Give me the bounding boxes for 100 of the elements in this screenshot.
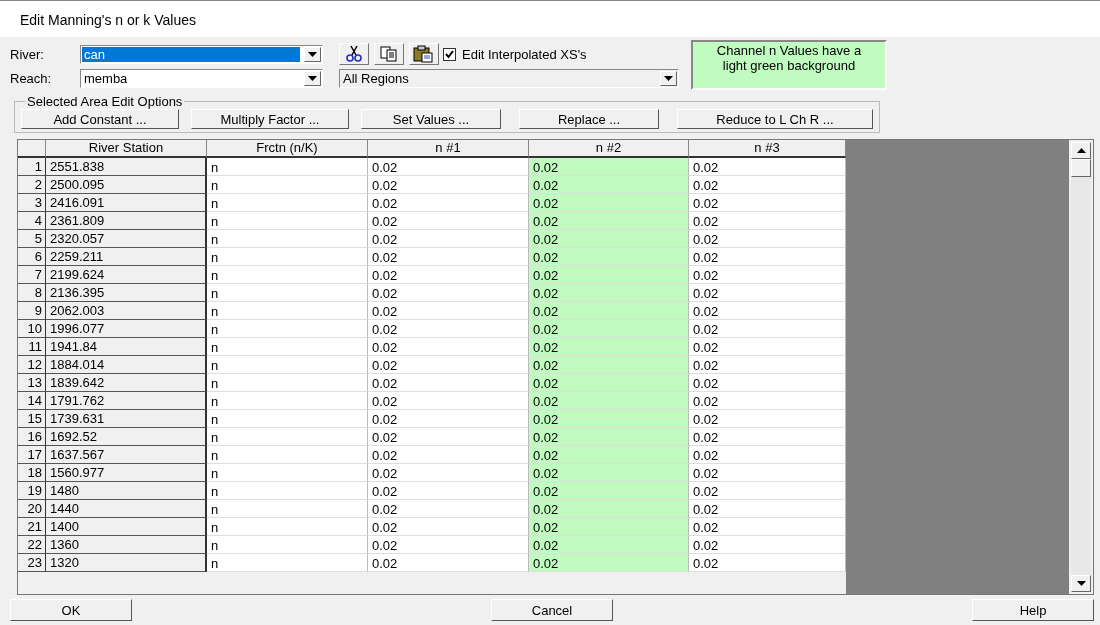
table-cell[interactable]: n — [207, 464, 368, 482]
dropdown[interactable]: memba — [80, 69, 323, 88]
table-cell[interactable]: 0.02 — [689, 338, 846, 356]
table-cell[interactable]: 1791.762 — [46, 392, 207, 410]
table-cell[interactable]: 0.02 — [529, 554, 689, 572]
table-cell[interactable]: 1884.014 — [46, 356, 207, 374]
column-header[interactable]: River Station — [46, 140, 207, 158]
table-cell[interactable]: 0.02 — [368, 464, 529, 482]
table-cell[interactable]: 0.02 — [529, 266, 689, 284]
scroll-thumb[interactable] — [1071, 159, 1091, 177]
table-cell[interactable]: 0.02 — [689, 428, 846, 446]
table-cell[interactable]: 0.02 — [689, 266, 846, 284]
dialog-button[interactable]: OK — [10, 599, 132, 621]
table-cell[interactable]: 0.02 — [689, 554, 846, 572]
table-cell[interactable]: 0.02 — [368, 536, 529, 554]
table-cell[interactable]: 2361.809 — [46, 212, 207, 230]
table-cell[interactable]: 0.02 — [689, 500, 846, 518]
table-cell[interactable]: 0.02 — [689, 212, 846, 230]
table-cell[interactable]: n — [207, 158, 368, 176]
table-cell[interactable]: n — [207, 554, 368, 572]
table-cell[interactable]: 2199.624 — [46, 266, 207, 284]
table-cell[interactable]: 0.02 — [529, 284, 689, 302]
table-cell[interactable]: 0.02 — [529, 392, 689, 410]
table-cell[interactable]: 0.02 — [529, 176, 689, 194]
table-cell[interactable]: 0.02 — [529, 320, 689, 338]
table-cell[interactable]: 1692.52 — [46, 428, 207, 446]
table-cell[interactable]: 2136.395 — [46, 284, 207, 302]
edit-option-button[interactable]: Set Values ... — [361, 109, 501, 129]
dialog-button[interactable]: Cancel — [491, 599, 613, 621]
dropdown[interactable]: All Regions — [339, 69, 679, 88]
table-cell[interactable]: n — [207, 230, 368, 248]
scrollbar[interactable] — [1069, 140, 1093, 594]
table-cell[interactable]: n — [207, 212, 368, 230]
table-cell[interactable]: 0.02 — [689, 230, 846, 248]
table-cell[interactable]: 0.02 — [529, 482, 689, 500]
table-cell[interactable]: 0.02 — [368, 500, 529, 518]
table-cell[interactable]: n — [207, 446, 368, 464]
table-cell[interactable]: 1320 — [46, 554, 207, 572]
table-cell[interactable]: 0.02 — [368, 194, 529, 212]
table-cell[interactable]: 0.02 — [689, 392, 846, 410]
table-cell[interactable]: 0.02 — [689, 374, 846, 392]
table-cell[interactable]: n — [207, 500, 368, 518]
table-cell[interactable]: 0.02 — [368, 482, 529, 500]
table-cell[interactable]: 0.02 — [368, 338, 529, 356]
table-cell[interactable]: 0.02 — [529, 194, 689, 212]
table-cell[interactable]: n — [207, 320, 368, 338]
table-cell[interactable]: 0.02 — [368, 230, 529, 248]
table-cell[interactable]: n — [207, 284, 368, 302]
table-cell[interactable]: 1941.84 — [46, 338, 207, 356]
table-cell[interactable]: 0.02 — [368, 392, 529, 410]
table-cell[interactable]: 0.02 — [368, 410, 529, 428]
table-cell[interactable]: n — [207, 518, 368, 536]
table-cell[interactable]: 0.02 — [689, 158, 846, 176]
table-cell[interactable]: n — [207, 266, 368, 284]
checkbox[interactable] — [443, 47, 456, 61]
clipboard-icon[interactable] — [409, 43, 439, 65]
table-cell[interactable]: 0.02 — [529, 158, 689, 176]
table-cell[interactable]: 0.02 — [529, 338, 689, 356]
table-cell[interactable]: n — [207, 482, 368, 500]
table-cell[interactable]: 1480 — [46, 482, 207, 500]
copy-icon[interactable] — [374, 43, 404, 65]
table-cell[interactable]: 0.02 — [368, 266, 529, 284]
table-cell[interactable]: 0.02 — [368, 428, 529, 446]
table-cell[interactable]: 0.02 — [368, 158, 529, 176]
table-cell[interactable]: 2416.091 — [46, 194, 207, 212]
table-cell[interactable]: 0.02 — [689, 302, 846, 320]
table-cell[interactable]: 0.02 — [368, 284, 529, 302]
table-cell[interactable]: n — [207, 392, 368, 410]
table-cell[interactable]: 1560.977 — [46, 464, 207, 482]
edit-option-button[interactable]: Add Constant ... — [21, 109, 179, 129]
table-cell[interactable]: 0.02 — [529, 374, 689, 392]
column-header[interactable]: n #3 — [689, 140, 846, 158]
table-cell[interactable]: 0.02 — [689, 356, 846, 374]
table-cell[interactable]: 0.02 — [689, 536, 846, 554]
table-cell[interactable]: 0.02 — [689, 482, 846, 500]
table-cell[interactable]: 0.02 — [529, 518, 689, 536]
table-cell[interactable]: 0.02 — [368, 374, 529, 392]
table-cell[interactable]: 1400 — [46, 518, 207, 536]
table-cell[interactable]: 0.02 — [529, 464, 689, 482]
table-cell[interactable]: 0.02 — [689, 320, 846, 338]
table-cell[interactable]: 0.02 — [529, 536, 689, 554]
table-cell[interactable]: 0.02 — [368, 302, 529, 320]
table-cell[interactable]: 2320.057 — [46, 230, 207, 248]
table-cell[interactable]: 0.02 — [689, 464, 846, 482]
table-cell[interactable]: n — [207, 536, 368, 554]
dropdown[interactable]: can — [80, 44, 323, 64]
table-cell[interactable]: 0.02 — [689, 410, 846, 428]
table-cell[interactable]: n — [207, 176, 368, 194]
table-cell[interactable]: 0.02 — [529, 356, 689, 374]
table-cell[interactable]: 2062.003 — [46, 302, 207, 320]
table-cell[interactable]: 2551.838 — [46, 158, 207, 176]
table-cell[interactable]: 0.02 — [368, 554, 529, 572]
scissors-icon[interactable] — [339, 43, 369, 65]
edit-option-button[interactable]: Multiply Factor ... — [191, 109, 349, 129]
table-cell[interactable]: 0.02 — [368, 446, 529, 464]
edit-option-button[interactable]: Replace ... — [519, 109, 659, 129]
table-cell[interactable]: 2500.095 — [46, 176, 207, 194]
table-cell[interactable]: 0.02 — [689, 194, 846, 212]
table-cell[interactable]: 1440 — [46, 500, 207, 518]
table-cell[interactable]: 0.02 — [368, 518, 529, 536]
